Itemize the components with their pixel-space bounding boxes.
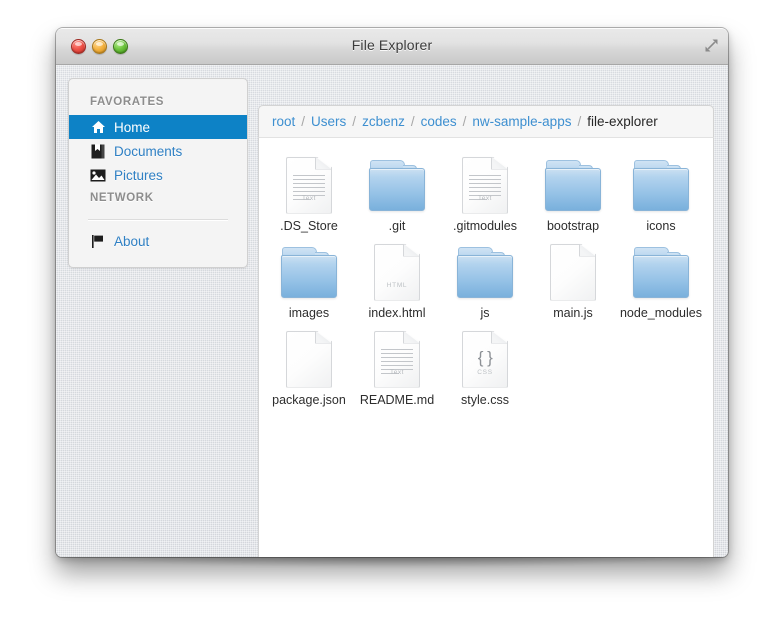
blank-document-icon (550, 243, 596, 301)
folder-icon (545, 160, 601, 211)
file-label: images (288, 306, 330, 320)
file-label: index.html (368, 306, 426, 320)
file-item[interactable]: Text .DS_Store (265, 150, 353, 233)
breadcrumb-separator: / (301, 114, 306, 129)
documents-icon (90, 143, 106, 159)
sidebar-divider (88, 219, 228, 220)
breadcrumb-crumb-codes[interactable]: codes (421, 114, 457, 129)
breadcrumb-crumb-users[interactable]: Users (311, 114, 346, 129)
file-label: js (480, 306, 490, 320)
folder-icon (633, 247, 689, 298)
sidebar-section-header-favorates: FAVORATES (90, 96, 164, 108)
html-document-icon: HTML (374, 243, 420, 301)
file-item[interactable]: images (265, 237, 353, 320)
home-icon (90, 119, 106, 135)
sidebar-item-label: About (114, 233, 150, 249)
file-label: icons (646, 219, 676, 233)
fullscreen-icon[interactable] (703, 37, 720, 54)
pictures-icon (90, 167, 106, 183)
file-icon-wrap (366, 154, 428, 216)
folder-icon (633, 160, 689, 211)
file-label: main.js (553, 306, 593, 320)
breadcrumb-crumb-file-explorer: file-explorer (587, 114, 658, 129)
file-item[interactable]: Text .gitmodules (441, 150, 529, 233)
breadcrumb-separator: / (462, 114, 467, 129)
file-item[interactable]: bootstrap (529, 150, 617, 233)
text-document-icon: Text (286, 156, 332, 214)
file-list-pane: Text .DS_Store .git Text .gitmodules bootstra… (258, 137, 714, 557)
sidebar-item-label: Home (114, 119, 151, 135)
sidebar-item-about[interactable]: About (69, 229, 247, 253)
desktop-background: File Explorer FAVORATES Home Documents P… (0, 0, 784, 636)
file-label: .git (388, 219, 406, 233)
file-icon-wrap: HTML (366, 241, 428, 303)
file-icon-wrap (542, 241, 604, 303)
file-label: bootstrap (546, 219, 600, 233)
sidebar-item-pictures[interactable]: Pictures (69, 163, 247, 187)
breadcrumb-crumb-root[interactable]: root (272, 114, 295, 129)
file-label: style.css (461, 393, 509, 407)
sidebar-item-label: Documents (114, 143, 183, 159)
file-icon-wrap (630, 154, 692, 216)
text-document-icon: Text (374, 330, 420, 388)
file-icon-wrap (542, 154, 604, 216)
css-document-icon: { } CSS (462, 330, 508, 388)
window-titlebar[interactable]: File Explorer (56, 28, 728, 65)
breadcrumb-separator: / (352, 114, 357, 129)
sidebar-item-home[interactable]: Home (69, 115, 247, 139)
file-item[interactable]: Text README.md (353, 324, 441, 407)
file-icon-wrap (454, 241, 516, 303)
file-icon-wrap: Text (366, 328, 428, 390)
file-item[interactable]: icons (617, 150, 705, 233)
file-label: .gitmodules (453, 219, 517, 233)
blank-document-icon (286, 330, 332, 388)
folder-icon (369, 160, 425, 211)
breadcrumb-separator: / (410, 114, 415, 129)
file-label: README.md (359, 393, 435, 407)
sidebar-item-label: Pictures (114, 167, 163, 183)
file-item[interactable]: .git (353, 150, 441, 233)
folder-icon (457, 247, 513, 298)
file-item[interactable]: HTML index.html (353, 237, 441, 320)
file-item[interactable]: js (441, 237, 529, 320)
file-icon-wrap (278, 241, 340, 303)
sidebar-item-documents[interactable]: Documents (69, 139, 247, 163)
text-document-icon: Text (462, 156, 508, 214)
file-icon-wrap: { } CSS (454, 328, 516, 390)
file-icon-wrap (278, 328, 340, 390)
window-title: File Explorer (351, 37, 433, 53)
file-item[interactable]: node_modules (617, 237, 705, 320)
folder-icon (281, 247, 337, 298)
breadcrumb-separator: / (577, 114, 582, 129)
file-item[interactable]: { } CSS style.css (441, 324, 529, 407)
file-icon-wrap: Text (454, 154, 516, 216)
flag-icon (90, 233, 106, 249)
file-item[interactable]: main.js (529, 237, 617, 320)
file-label: .DS_Store (280, 219, 338, 233)
file-icon-wrap: Text (278, 154, 340, 216)
file-item[interactable]: package.json (265, 324, 353, 407)
file-label: node_modules (619, 306, 702, 320)
file-grid: Text .DS_Store .git Text .gitmodules bootstra… (259, 138, 713, 407)
file-label: package.json (272, 393, 346, 407)
breadcrumb: root / Users / zcbenz / codes / nw-sampl… (258, 105, 714, 137)
window-body: FAVORATES Home Documents Pictures NETWOR… (56, 65, 728, 557)
file-explorer-window: File Explorer FAVORATES Home Documents P… (56, 28, 728, 557)
sidebar: FAVORATES Home Documents Pictures NETWOR… (68, 78, 248, 268)
breadcrumb-crumb-nw-sample-apps[interactable]: nw-sample-apps (472, 114, 571, 129)
breadcrumb-crumb-zcbenz[interactable]: zcbenz (362, 114, 405, 129)
file-icon-wrap (630, 241, 692, 303)
sidebar-section-header-network: NETWORK (90, 192, 154, 204)
